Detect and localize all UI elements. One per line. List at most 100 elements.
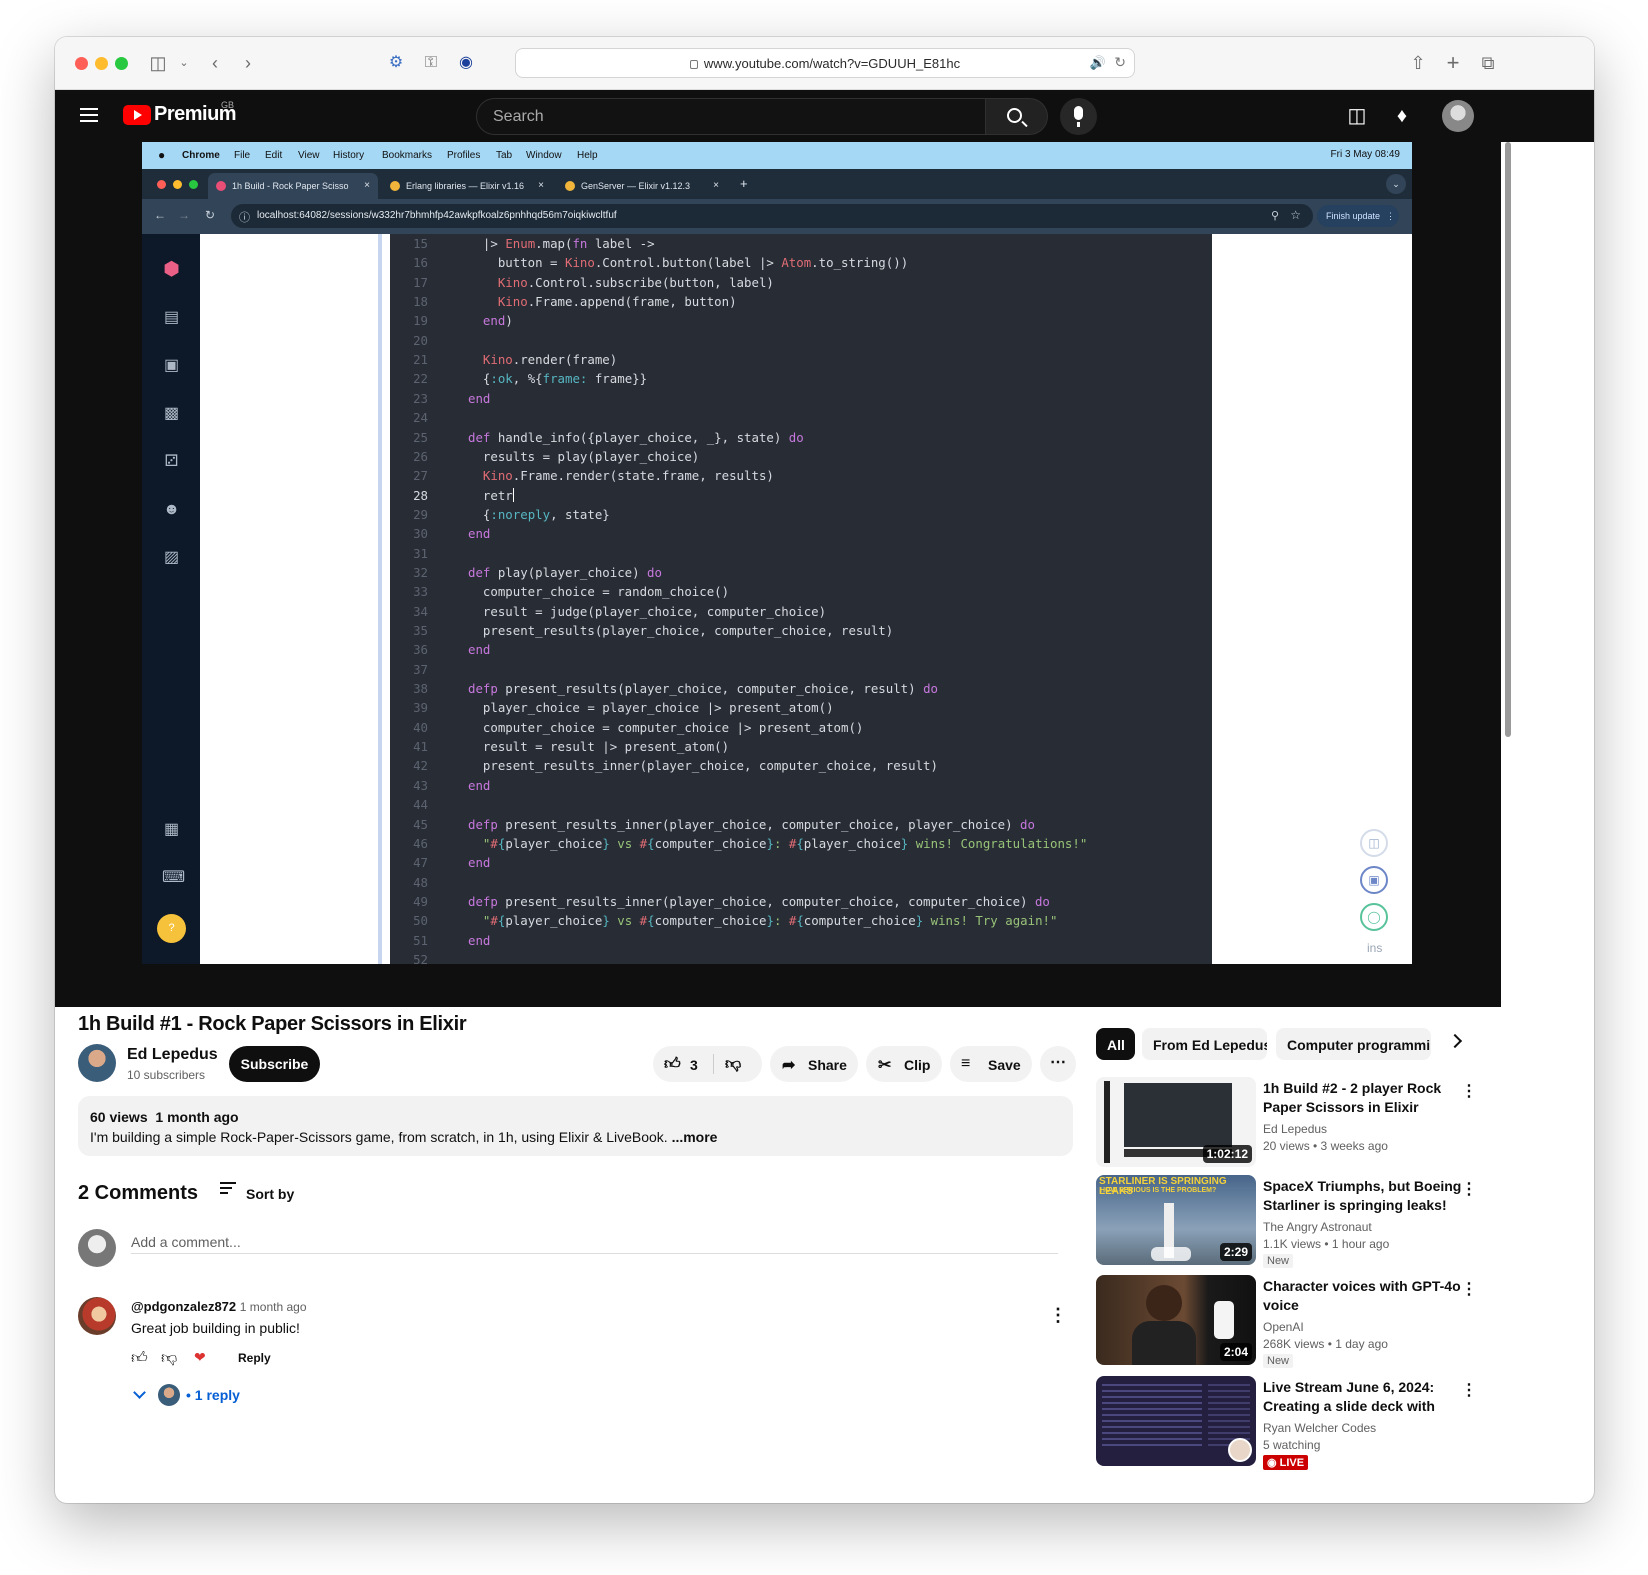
comment-dislike-icon[interactable]: 👎︎ bbox=[161, 1349, 177, 1368]
code-line: 36 end bbox=[390, 642, 1212, 661]
tab-search-icon: ⌄ bbox=[1386, 174, 1406, 194]
forward-icon: → bbox=[178, 208, 190, 222]
minimize-window-button[interactable] bbox=[95, 57, 108, 70]
code-line: 42 present_results_inner(player_choice, … bbox=[390, 758, 1212, 777]
commenter-avatar[interactable] bbox=[78, 1297, 116, 1335]
recommended-video[interactable]: STARLINER IS SPRINGING LEAKS HOW SERIOUS… bbox=[1096, 1175, 1477, 1268]
recommended-title[interactable]: 1h Build #2 - 2 player Rock Paper Scisso… bbox=[1263, 1079, 1463, 1117]
like-count[interactable]: 3 bbox=[690, 1057, 698, 1073]
app-settings-icon: ⚂ bbox=[164, 453, 179, 470]
address-bar[interactable]: www.youtube.com/watch?v=GDUUH_E81hc 🔊 ↻ bbox=[515, 48, 1135, 78]
page-scrollbar[interactable] bbox=[1501, 142, 1594, 1007]
reload-icon[interactable]: ↻ bbox=[1114, 54, 1126, 71]
chip-computer-programming[interactable]: Computer programming bbox=[1276, 1028, 1431, 1060]
finish-update-button: Finish update ⋮ bbox=[1317, 205, 1399, 227]
account-avatar[interactable] bbox=[1442, 100, 1474, 132]
show-more-link[interactable]: ...more bbox=[672, 1129, 718, 1145]
menubar-item: Tab bbox=[496, 150, 513, 161]
new-tab-icon[interactable]: + bbox=[1442, 51, 1464, 75]
recommended-video[interactable]: 1:02:12 1h Build #2 - 2 player Rock Pape… bbox=[1096, 1077, 1477, 1167]
thumbs-down-icon[interactable]: 👎︎ bbox=[725, 1055, 741, 1074]
recommended-meta: 1.1K views • 1 hour ago bbox=[1263, 1237, 1390, 1251]
more-actions-button[interactable]: ⋯ bbox=[1040, 1046, 1076, 1082]
tab-overview-icon[interactable]: ⧉ bbox=[1477, 51, 1499, 75]
recommended-channel[interactable]: Ed Lepedus bbox=[1263, 1122, 1327, 1136]
users-icon: ☻ bbox=[163, 501, 180, 518]
share-button[interactable]: ➦ Share bbox=[770, 1046, 858, 1082]
privacy-icon[interactable]: ◉ bbox=[455, 51, 477, 75]
elixir-favicon-icon bbox=[565, 181, 575, 191]
playlist-add-icon: ≡ bbox=[961, 1055, 971, 1072]
audio-playing-icon[interactable]: 🔊 bbox=[1090, 55, 1106, 71]
video-thumbnail[interactable]: STARLINER IS SPRINGING LEAKS HOW SERIOUS… bbox=[1096, 1175, 1256, 1265]
scrollbar-thumb[interactable] bbox=[1505, 142, 1511, 737]
search-button[interactable] bbox=[986, 98, 1048, 135]
extension-icon[interactable]: ⚙ bbox=[385, 51, 407, 75]
recommended-video[interactable]: 2:04 Character voices with GPT-4o voice … bbox=[1096, 1275, 1477, 1368]
line-number: 51 bbox=[413, 932, 428, 948]
comment-time[interactable]: 1 month ago bbox=[240, 1300, 307, 1314]
outline-icon: ▤ bbox=[163, 309, 180, 326]
add-comment-input[interactable] bbox=[131, 1230, 1058, 1254]
recommended-channel[interactable]: Ryan Welcher Codes bbox=[1263, 1421, 1376, 1435]
comment-kebab-icon[interactable]: ⋮ bbox=[1049, 1305, 1067, 1326]
share-icon[interactable]: ⇧ bbox=[1407, 51, 1429, 75]
recommended-title[interactable]: Character voices with GPT-4o voice bbox=[1263, 1277, 1463, 1315]
menu-icon[interactable] bbox=[80, 108, 98, 122]
video-thumbnail[interactable] bbox=[1096, 1376, 1256, 1466]
comment-author[interactable]: @pdgonzalez872 bbox=[131, 1299, 236, 1314]
channel-name[interactable]: Ed Lepedus bbox=[127, 1046, 218, 1064]
comment-like-icon[interactable]: 👍︎ bbox=[131, 1349, 148, 1368]
view-replies-button[interactable]: • 1 reply bbox=[133, 1384, 240, 1406]
recommended-title[interactable]: Live Stream June 6, 2024: Creating a sli… bbox=[1263, 1378, 1463, 1416]
subscribe-button[interactable]: Subscribe bbox=[229, 1046, 320, 1082]
line-number: 34 bbox=[413, 603, 428, 619]
zoom-window-button[interactable] bbox=[115, 57, 128, 70]
code-text: result = judge(player_choice, computer_c… bbox=[468, 603, 827, 619]
back-icon[interactable]: ‹ bbox=[205, 51, 225, 75]
recommended-channel[interactable]: OpenAI bbox=[1263, 1320, 1304, 1334]
forward-icon[interactable]: › bbox=[238, 51, 258, 75]
recommended-kebab-icon[interactable]: ⋮ bbox=[1461, 1179, 1477, 1199]
line-number: 36 bbox=[413, 642, 428, 658]
video-thumbnail[interactable]: 2:04 bbox=[1096, 1275, 1256, 1365]
livebook-sidebar: ⬢ ▤ ▣ ▩ ⚂ ☻ ▨ ▦ ⌨ ? bbox=[142, 234, 200, 964]
youtube-logo-icon[interactable] bbox=[123, 105, 151, 125]
notifications-bell-icon[interactable]: ♦ bbox=[1389, 103, 1415, 129]
voice-search-button[interactable] bbox=[1060, 98, 1097, 135]
recommended-title[interactable]: SpaceX Triumphs, but Boeing Starliner is… bbox=[1263, 1177, 1463, 1215]
code-line: 23 end bbox=[390, 391, 1212, 410]
channel-avatar[interactable] bbox=[78, 1044, 116, 1082]
recommended-kebab-icon[interactable]: ⋮ bbox=[1461, 1081, 1477, 1101]
description-box[interactable]: 60 views 1 month ago I'm building a simp… bbox=[78, 1096, 1073, 1156]
code-line: 45 defp present_results_inner(player_choi… bbox=[390, 817, 1212, 836]
help-icon: ? bbox=[157, 914, 186, 943]
search-input[interactable] bbox=[477, 99, 985, 134]
sidebar-toggle-icon[interactable]: ◫ bbox=[147, 51, 169, 75]
chip-from-channel[interactable]: From Ed Lepedus bbox=[1142, 1028, 1267, 1060]
chevron-right-icon[interactable] bbox=[1447, 1033, 1463, 1049]
video-thumbnail[interactable]: 1:02:12 bbox=[1096, 1077, 1256, 1167]
recommended-video[interactable]: Live Stream June 6, 2024: Creating a sli… bbox=[1096, 1376, 1477, 1470]
recommended-kebab-icon[interactable]: ⋮ bbox=[1461, 1279, 1477, 1299]
line-number: 24 bbox=[413, 410, 428, 426]
recommended-meta: 268K views • 1 day ago bbox=[1263, 1337, 1388, 1351]
close-window-button[interactable] bbox=[75, 57, 88, 70]
clip-button[interactable]: ✂ Clip bbox=[866, 1046, 942, 1082]
password-icon[interactable]: ⚿ bbox=[420, 51, 442, 75]
sort-by-button[interactable]: Sort by bbox=[220, 1182, 294, 1202]
menubar-item: Help bbox=[577, 150, 598, 161]
my-avatar bbox=[78, 1229, 116, 1267]
chevron-down-icon[interactable]: ⌄ bbox=[177, 51, 191, 75]
reply-button[interactable]: Reply bbox=[238, 1351, 271, 1365]
save-button[interactable]: ≡ Save bbox=[950, 1046, 1032, 1082]
video-player[interactable]: ● Chrome File Edit View History Bookmark… bbox=[55, 142, 1501, 1007]
chip-all[interactable]: All bbox=[1096, 1028, 1135, 1060]
thumbs-up-icon[interactable]: 👍︎ bbox=[664, 1055, 681, 1074]
recommended-channel[interactable]: The Angry Astronaut bbox=[1263, 1220, 1372, 1234]
chrome-url-text: localhost:64082/sessions/w332hr7bhmhfp42… bbox=[257, 210, 617, 221]
create-video-icon[interactable]: ◫ bbox=[1344, 103, 1370, 129]
recommended-kebab-icon[interactable]: ⋮ bbox=[1461, 1380, 1477, 1400]
new-badge: New bbox=[1263, 1254, 1294, 1268]
livebook-logo-icon: ⬢ bbox=[163, 259, 180, 280]
